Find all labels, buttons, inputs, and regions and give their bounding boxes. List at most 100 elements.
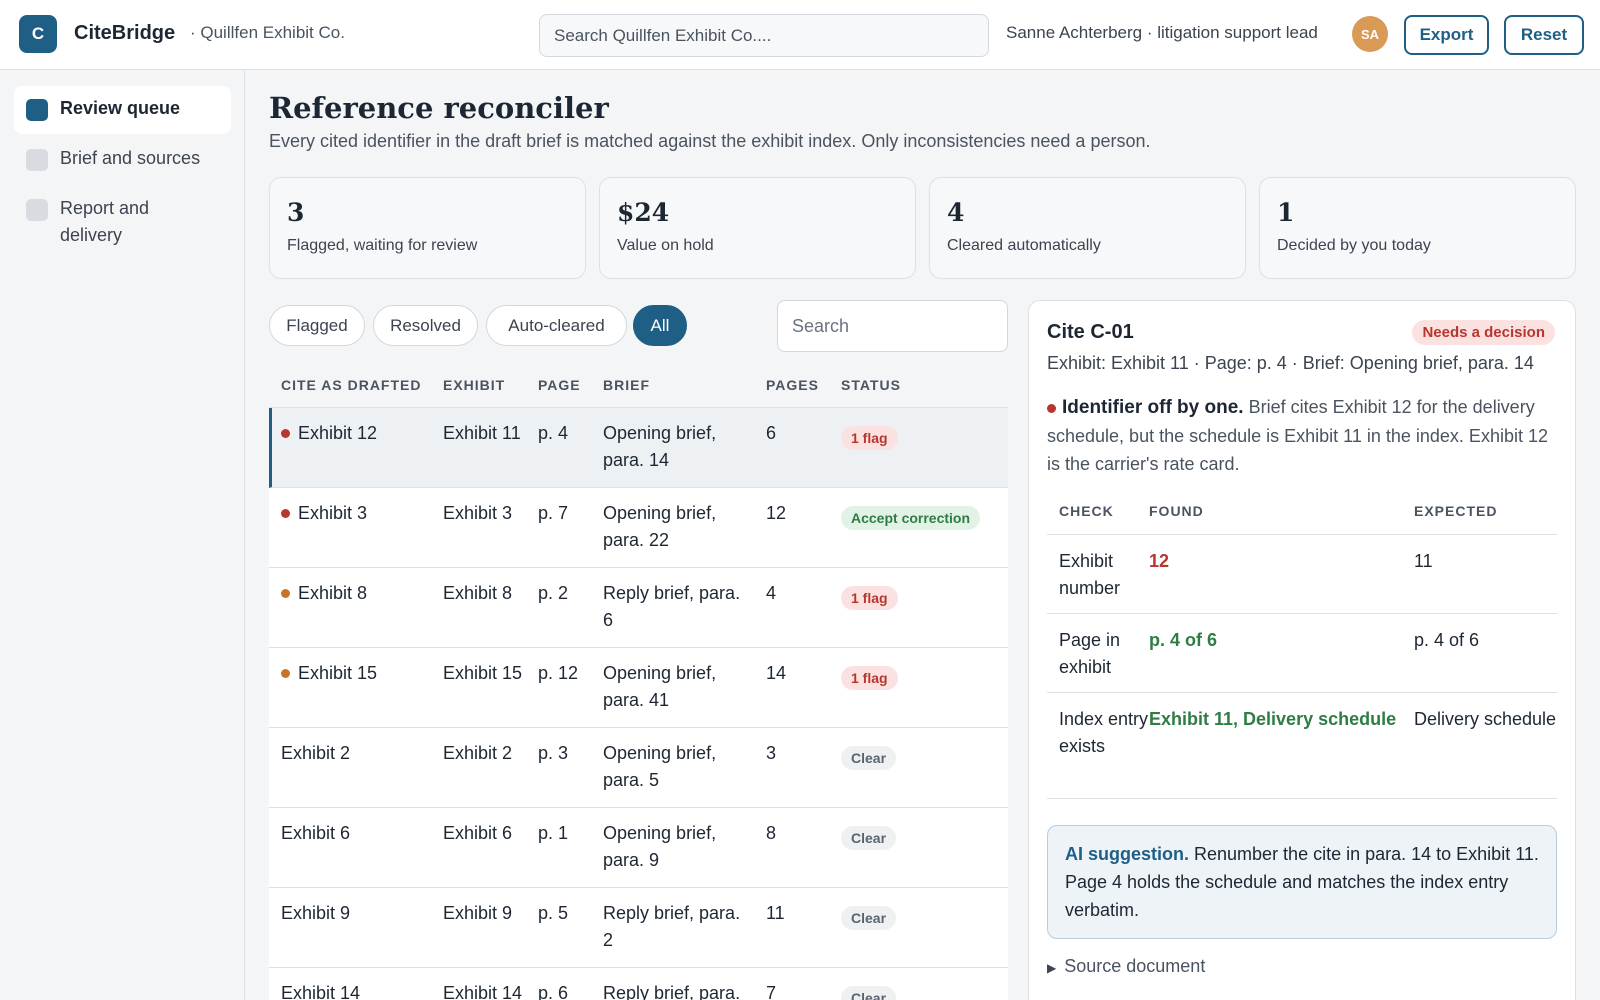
cite-cell: Exhibit 2 — [281, 740, 350, 767]
status-badge: Clear — [841, 906, 897, 930]
column-header[interactable]: STATUS — [841, 377, 901, 393]
filter-all[interactable]: All — [633, 305, 687, 346]
source-document-toggle[interactable]: ▶ Source document — [1047, 956, 1205, 977]
status-cell: Clear — [841, 824, 897, 851]
pages-cell: 6 — [766, 423, 777, 443]
page-cell: p. 6 — [538, 983, 569, 1000]
cite-cell: Exhibit 14 — [281, 980, 360, 1000]
status-cell: 1 flag — [841, 664, 898, 691]
status-cell: Clear — [841, 984, 897, 1000]
table-row[interactable]: Exhibit 9 Exhibit 9 p. 5 Reply brief, para.… — [269, 888, 1008, 968]
detail-panel: Cite C-01 Needs a decision Exhibit: Exhi… — [1028, 300, 1576, 1000]
page-title: Reference reconciler — [269, 91, 609, 125]
cite-cell: Exhibit 9 — [281, 900, 350, 927]
brief-cell: Reply brief, para. 2 — [603, 903, 741, 950]
brief-cell: Opening brief, para. 41 — [603, 663, 717, 710]
pages-cell: 7 — [766, 983, 777, 1000]
sidebar-item-label: Report and delivery — [60, 198, 150, 245]
check-name: Exhibit number — [1059, 551, 1121, 598]
app-logo[interactable]: C — [19, 15, 57, 53]
cite-text: Exhibit 14 — [281, 983, 361, 1000]
column-header[interactable]: EXHIBIT — [443, 377, 505, 393]
exhibit-cell: Exhibit 9 — [443, 903, 513, 923]
brief-cell: Opening brief, para. 22 — [603, 503, 717, 550]
top-bar: C CiteBridge · Quillfen Exhibit Co. Sear… — [0, 0, 1600, 70]
exhibit-cell: Exhibit 14 — [443, 983, 523, 1000]
table-header: CITE AS DRAFTED EXHIBIT PAGE BRIEF PAGES… — [269, 365, 1008, 408]
sidebar-item-brief-and-sources[interactable]: Brief and sources — [14, 136, 231, 184]
flag-dot-icon — [1047, 403, 1056, 413]
table-row[interactable]: Exhibit 15 Exhibit 15 p. 12 Opening brief, … — [269, 648, 1008, 728]
column-header: EXPECTED — [1414, 503, 1498, 519]
flag-dot-icon — [281, 429, 290, 438]
status-badge: 1 flag — [841, 586, 898, 610]
brief-cell: Opening brief, para. 5 — [603, 743, 717, 790]
table-row[interactable]: Exhibit 6 Exhibit 6 p. 1 Opening brief, par… — [269, 808, 1008, 888]
cite-cell: Exhibit 3 — [281, 500, 367, 527]
status-cell: Accept correction — [841, 504, 981, 531]
column-header[interactable]: BRIEF — [603, 377, 650, 393]
pages-cell: 4 — [766, 583, 777, 603]
cite-text: Exhibit 15 — [298, 663, 378, 683]
table-row[interactable]: Exhibit 8 Exhibit 8 p. 2 Reply brief, para.… — [269, 568, 1008, 648]
export-button[interactable]: Export — [1404, 15, 1489, 55]
status-badge: Clear — [841, 986, 897, 1000]
cite-cell: Exhibit 15 — [281, 660, 377, 687]
column-header[interactable]: PAGE — [538, 377, 581, 393]
filter-auto-cleared[interactable]: Auto-cleared — [486, 305, 627, 346]
page-cell: p. 2 — [538, 583, 569, 603]
status-badge: Accept correction — [841, 506, 981, 530]
table-row[interactable]: Exhibit 3 Exhibit 3 p. 7 Opening brief, par… — [269, 488, 1008, 568]
detail-title: Cite C-01 — [1047, 321, 1134, 343]
brief-cell: Opening brief, para. 14 — [603, 423, 717, 470]
stat-value: 3 — [287, 198, 305, 227]
status-cell: Clear — [841, 744, 897, 771]
issue-title: Identifier off by one. — [1062, 397, 1244, 418]
column-header[interactable]: PAGES — [766, 377, 819, 393]
filter-resolved[interactable]: Resolved — [373, 305, 478, 346]
status-badge: Needs a decision — [1412, 320, 1555, 345]
table-search-input[interactable]: Search — [777, 300, 1008, 352]
avatar[interactable]: SA — [1352, 16, 1388, 52]
check-table-header: CHECK FOUND EXPECTED — [1047, 489, 1557, 535]
exhibit-cell: Exhibit 6 — [443, 823, 513, 843]
issue-description: Identifier off by one. Brief cites Exhib… — [1047, 393, 1557, 478]
exhibit-cell: Exhibit 2 — [443, 743, 513, 763]
column-header: FOUND — [1149, 503, 1204, 519]
column-header[interactable]: CITE AS DRAFTED — [281, 377, 421, 393]
exhibit-cell: Exhibit 11 — [443, 423, 521, 443]
check-name: Index entry exists — [1059, 709, 1149, 756]
page-cell: p. 7 — [538, 503, 569, 523]
check-row: Page in exhibit p. 4 of 6 p. 4 of 6 — [1047, 614, 1557, 693]
stat-caption: Flagged, waiting for review — [287, 237, 478, 254]
global-search-input[interactable]: Search Quillfen Exhibit Co.... — [539, 14, 989, 57]
cite-text: Exhibit 6 — [281, 823, 351, 843]
flag-dot-icon — [281, 669, 290, 678]
stat-card-value-on-hold: $24 Value on hold — [599, 177, 916, 279]
sidebar-item-report-and-delivery[interactable]: Report and delivery — [14, 186, 231, 261]
pages-cell: 11 — [766, 903, 785, 923]
stat-caption: Value on hold — [617, 237, 714, 254]
flag-dot-icon — [281, 589, 290, 598]
nav-square-icon — [26, 149, 48, 171]
brief-cell: Reply brief, para. 8 — [603, 983, 741, 1000]
brief-cell: Reply brief, para. 6 — [603, 583, 741, 630]
stat-value: $24 — [617, 198, 670, 227]
filter-flagged[interactable]: Flagged — [269, 305, 365, 346]
ai-suggestion-box: AI suggestion. Renumber the cite in para… — [1047, 825, 1557, 939]
table-row[interactable]: Exhibit 14 Exhibit 14 p. 6 Reply brief, par… — [269, 968, 1008, 1000]
nav-square-icon — [26, 99, 48, 121]
table-row[interactable]: Exhibit 2 Exhibit 2 p. 3 Opening brief, par… — [269, 728, 1008, 808]
column-header: CHECK — [1059, 503, 1114, 519]
reset-button[interactable]: Reset — [1504, 15, 1584, 55]
table-body: Exhibit 12 Exhibit 11 p. 4 Opening brief, p… — [269, 408, 1008, 1000]
check-found: 12 — [1149, 551, 1170, 571]
sidebar-item-review-queue[interactable]: Review queue — [14, 86, 231, 134]
stat-card-flagged: 3 Flagged, waiting for review — [269, 177, 586, 279]
cite-text: Exhibit 8 — [298, 583, 368, 603]
flag-dot-icon — [281, 509, 290, 518]
detail-meta: Exhibit: Exhibit 11 · Page: p. 4 · Brief… — [1047, 353, 1534, 373]
sidebar-item-label: Brief and sources — [60, 148, 201, 168]
table-row[interactable]: Exhibit 12 Exhibit 11 p. 4 Opening brief, p… — [269, 408, 1008, 488]
stat-caption: Decided by you today — [1277, 237, 1431, 254]
